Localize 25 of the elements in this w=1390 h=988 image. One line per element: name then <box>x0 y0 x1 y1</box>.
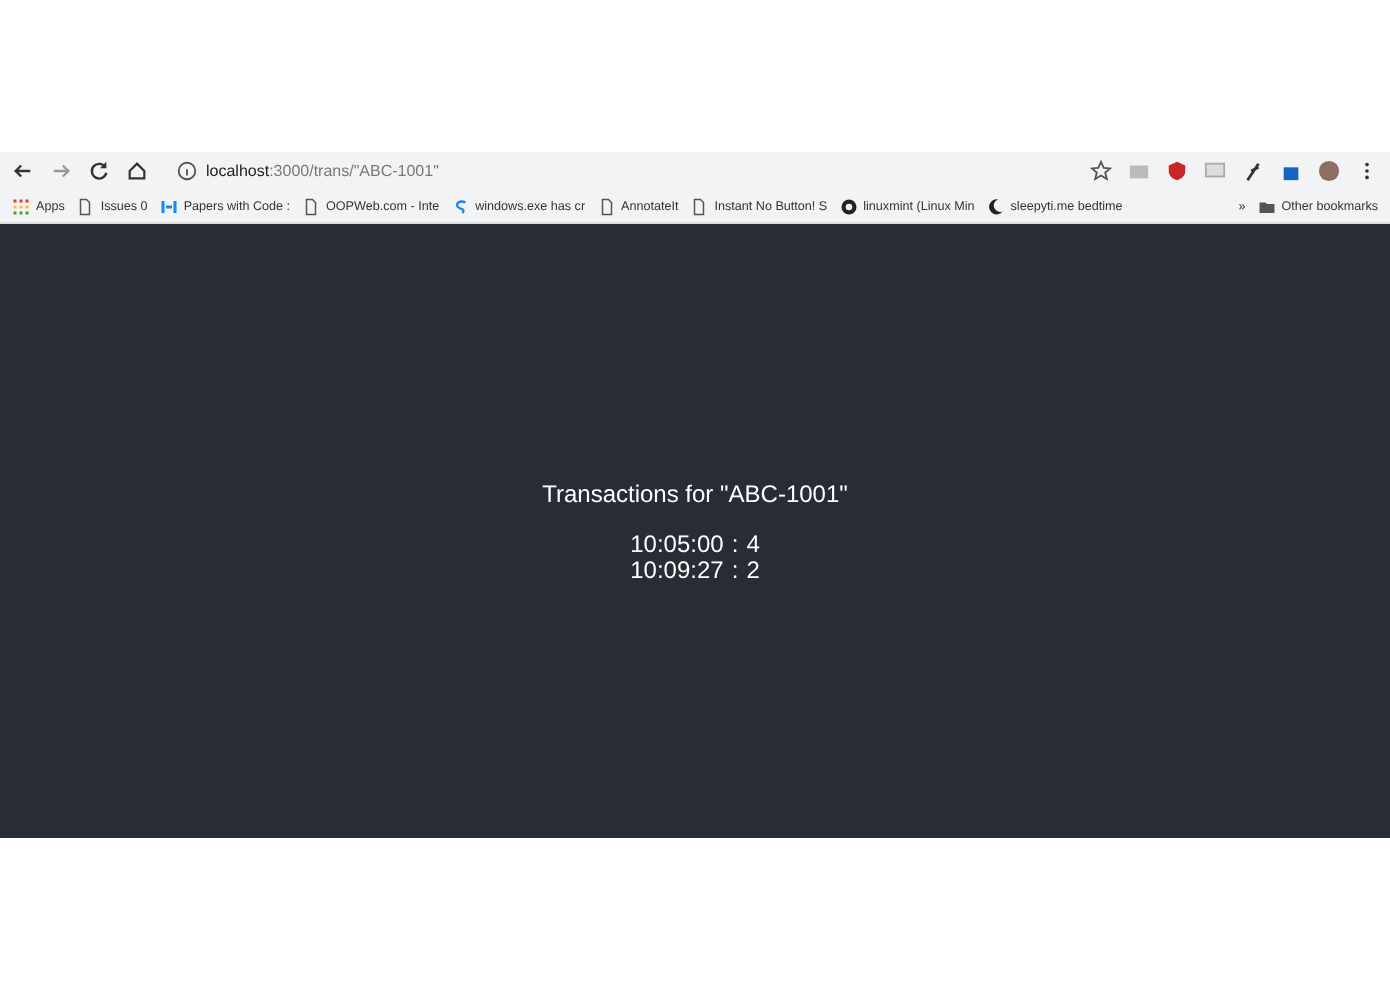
separator-colon: : <box>731 557 739 583</box>
transaction-count: 4 <box>746 531 760 557</box>
info-icon <box>176 160 198 182</box>
avatar-icon[interactable] <box>1318 160 1340 182</box>
separator-colon: : <box>731 531 739 557</box>
apps-grid-icon <box>12 197 30 215</box>
back-arrow-icon[interactable] <box>12 160 34 182</box>
reload-icon[interactable] <box>88 160 110 182</box>
forward-arrow-icon[interactable] <box>50 160 72 182</box>
folder-icon <box>1257 197 1276 215</box>
shield-icon[interactable] <box>1166 160 1188 182</box>
page-heading: Transactions for "ABC-1001" <box>542 479 848 507</box>
transaction-time: 10:09:27 <box>630 557 724 583</box>
home-icon[interactable] <box>126 160 148 182</box>
page-icon <box>302 197 321 215</box>
page-icon <box>597 197 616 215</box>
bars-icon <box>159 197 178 215</box>
star-icon[interactable] <box>1090 160 1112 182</box>
page-icon <box>690 197 709 215</box>
swirl-icon <box>451 197 470 215</box>
moon-icon <box>986 197 1005 215</box>
page-icon <box>76 197 95 215</box>
transaction-time: 10:05:00 <box>630 531 724 557</box>
transaction-count: 2 <box>746 557 760 583</box>
address-bar-url[interactable]: localhost:3000/trans/"ABC-1001" <box>206 162 439 180</box>
